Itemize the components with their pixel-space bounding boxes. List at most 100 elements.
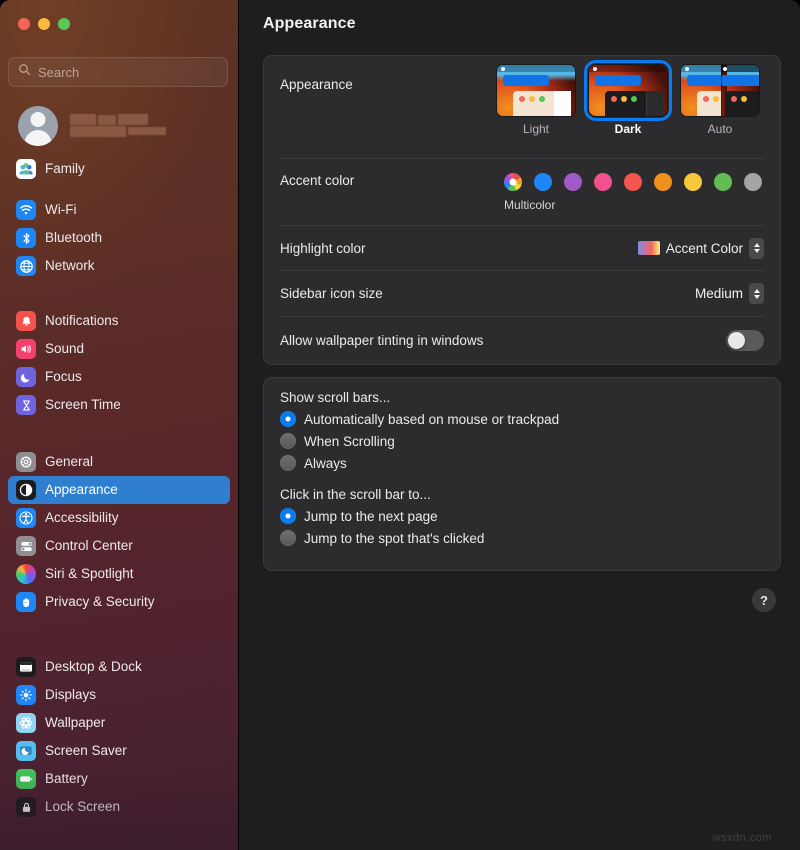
- sidebar-group-family: Family: [0, 155, 238, 183]
- radio-show-scroll-auto[interactable]: Automatically based on mouse or trackpad: [264, 408, 780, 430]
- sidebar-item-label: Network: [45, 259, 95, 273]
- appearance-mode-light[interactable]: Light: [494, 64, 578, 136]
- dark-thumbnail: [588, 64, 668, 117]
- radio-label: Jump to the spot that's clicked: [304, 531, 484, 546]
- accent-swatch-pink[interactable]: [594, 173, 612, 191]
- detail-pane: Appearance Appearance: [238, 0, 800, 850]
- sidebar-item-focus[interactable]: Focus: [8, 363, 230, 391]
- sidebar-item-battery[interactable]: Battery: [8, 765, 230, 793]
- appearance-mode-auto[interactable]: Auto: [678, 64, 762, 136]
- chevron-updown-icon[interactable]: [749, 283, 764, 304]
- sidebar-item-appearance[interactable]: Appearance: [8, 476, 230, 504]
- appearance-icon: [16, 480, 36, 500]
- network-icon: [16, 256, 36, 276]
- accent-swatch-multicolor[interactable]: [504, 173, 522, 191]
- sidebar-item-label: Notifications: [45, 314, 119, 328]
- avatar: [18, 106, 58, 146]
- auto-thumbnail: [680, 64, 760, 117]
- screen-saver-icon: [16, 741, 36, 761]
- sidebar-item-label: Wallpaper: [45, 716, 105, 730]
- close-button[interactable]: [18, 18, 30, 30]
- radio-click-spot-clicked[interactable]: Jump to the spot that's clicked: [264, 527, 780, 549]
- sidebar-item-general[interactable]: General: [8, 448, 230, 476]
- search-icon: [18, 63, 31, 81]
- sidebar-item-notifications[interactable]: Notifications: [8, 307, 230, 335]
- sidebar-item-bluetooth[interactable]: Bluetooth: [8, 224, 230, 252]
- bluetooth-icon: [16, 228, 36, 248]
- accent-swatch-yellow[interactable]: [684, 173, 702, 191]
- sidebar-item-lock-screen[interactable]: Lock Screen: [8, 793, 230, 821]
- accent-swatch-graphite[interactable]: [744, 173, 762, 191]
- sidebar-item-label: Battery: [45, 772, 88, 786]
- accent-swatch-blue[interactable]: [534, 173, 552, 191]
- accent-color-swatches: [504, 173, 762, 191]
- speaker-icon: [16, 339, 36, 359]
- search-field[interactable]: [8, 57, 228, 87]
- sidebar-item-screen-saver[interactable]: Screen Saver: [8, 737, 230, 765]
- mode-label: Dark: [615, 122, 642, 136]
- radio-click-next-page[interactable]: Jump to the next page: [264, 505, 780, 527]
- radio-button[interactable]: [280, 455, 296, 471]
- moon-icon: [16, 367, 36, 387]
- minimize-button[interactable]: [38, 18, 50, 30]
- sidebar-item-siri-spotlight[interactable]: Siri & Spotlight: [8, 560, 230, 588]
- sidebar-item-screen-time[interactable]: Screen Time: [8, 391, 230, 419]
- sidebar-item-displays[interactable]: Displays: [8, 681, 230, 709]
- radio-button[interactable]: [280, 508, 296, 524]
- appearance-mode-dark[interactable]: Dark: [586, 64, 670, 136]
- battery-icon: [16, 769, 36, 789]
- chevron-updown-icon[interactable]: [749, 238, 764, 259]
- sidebar-item-label: Screen Saver: [45, 744, 127, 758]
- hand-icon: [16, 592, 36, 612]
- sidebar-item-control-center[interactable]: Control Center: [8, 532, 230, 560]
- highlight-color-row: Highlight color Accent Color: [264, 226, 780, 270]
- sidebar-item-network[interactable]: Network: [8, 252, 230, 280]
- zoom-button[interactable]: [58, 18, 70, 30]
- scroll-bars-card: Show scroll bars... Automatically based …: [263, 377, 781, 571]
- sidebar-icon-size-value: Medium: [695, 286, 743, 301]
- radio-show-scroll-when-scrolling[interactable]: When Scrolling: [264, 430, 780, 452]
- sidebar-item-label: Bluetooth: [45, 231, 102, 245]
- sidebar-item-wifi[interactable]: Wi-Fi: [8, 196, 230, 224]
- accent-swatch-orange[interactable]: [654, 173, 672, 191]
- sidebar-item-label: Focus: [45, 370, 82, 384]
- account-name-redacted: [68, 113, 222, 139]
- radio-button[interactable]: [280, 433, 296, 449]
- sidebar-item-wallpaper[interactable]: Wallpaper: [8, 709, 230, 737]
- radio-button[interactable]: [280, 411, 296, 427]
- search-input[interactable]: [38, 65, 218, 80]
- sidebar-item-label: Lock Screen: [45, 800, 120, 814]
- radio-show-scroll-always[interactable]: Always: [264, 452, 780, 474]
- highlight-color-label: Highlight color: [280, 241, 366, 256]
- sidebar-group-desktop: Desktop & Dock Displays: [0, 653, 238, 821]
- highlight-color-popup[interactable]: Accent Color: [638, 238, 764, 259]
- displays-icon: [16, 685, 36, 705]
- account-row[interactable]: [10, 103, 230, 149]
- accent-color-row: Accent color Multicolor: [264, 159, 780, 225]
- gear-icon: [16, 452, 36, 472]
- wifi-icon: [16, 200, 36, 220]
- sidebar-item-family[interactable]: Family: [8, 155, 230, 183]
- family-icon: [16, 159, 36, 179]
- sidebar-item-desktop-dock[interactable]: Desktop & Dock: [8, 653, 230, 681]
- sidebar-group-network: Wi-Fi Bluetooth: [0, 196, 238, 280]
- accent-swatch-green[interactable]: [714, 173, 732, 191]
- sidebar-item-accessibility[interactable]: Accessibility: [8, 504, 230, 532]
- highlight-color-swatch: [638, 241, 660, 255]
- accent-swatch-red[interactable]: [624, 173, 642, 191]
- accent-swatch-purple[interactable]: [564, 173, 582, 191]
- sidebar-item-label: Control Center: [45, 539, 133, 553]
- click-scroll-bar-title: Click in the scroll bar to...: [264, 487, 780, 502]
- sidebar-item-privacy-security[interactable]: Privacy & Security: [8, 588, 230, 616]
- bell-icon: [16, 311, 36, 331]
- sidebar-item-sound[interactable]: Sound: [8, 335, 230, 363]
- wallpaper-tinting-toggle[interactable]: [726, 330, 764, 351]
- desktop-dock-icon: [16, 657, 36, 677]
- sidebar-icon-size-popup[interactable]: Medium: [695, 283, 764, 304]
- sidebar-item-label: Accessibility: [45, 511, 119, 525]
- sidebar-item-label: Wi-Fi: [45, 203, 76, 217]
- radio-button[interactable]: [280, 530, 296, 546]
- wallpaper-tinting-row: Allow wallpaper tinting in windows: [264, 317, 780, 363]
- help-button[interactable]: ?: [752, 588, 776, 612]
- radio-label: Jump to the next page: [304, 509, 438, 524]
